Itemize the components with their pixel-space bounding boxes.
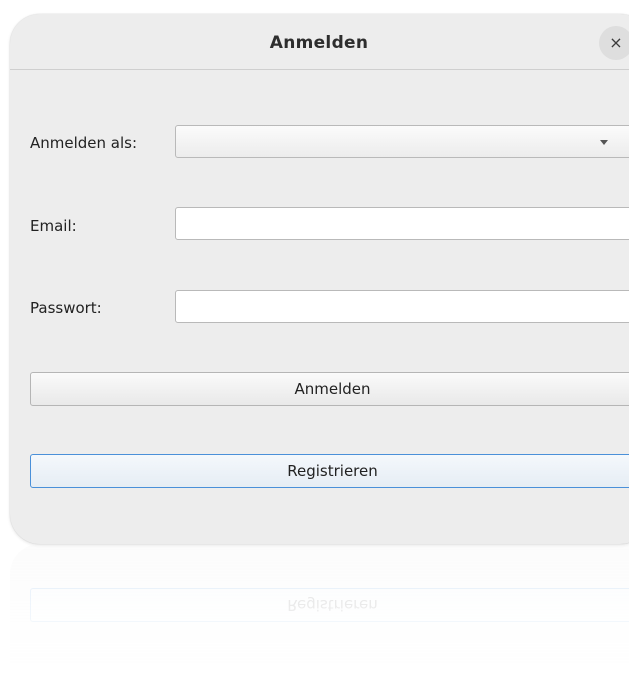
login-as-label: Anmelden als: [30,134,138,152]
password-field[interactable] [175,290,629,323]
chevron-down-icon [600,140,608,145]
email-field[interactable] [175,207,629,240]
titlebar: Anmelden × [10,14,629,70]
register-button[interactable]: Registrieren [30,454,629,488]
close-button[interactable]: × [599,26,629,60]
login-button[interactable]: Anmelden [30,372,629,406]
close-icon: × [609,33,623,52]
reflected-register-button: Registrieren [30,588,629,622]
dialog-title: Anmelden [269,33,369,53]
login-as-dropdown[interactable] [175,125,629,158]
screen: Anmelden × Anmelden als: Email: Passwort… [0,0,629,673]
dialog-reflection: Registrieren [10,544,629,673]
email-label: Email: [30,217,77,235]
reflection-surface: Registrieren [10,544,629,673]
login-dialog: Anmelden × Anmelden als: Email: Passwort… [10,14,629,544]
password-label: Passwort: [30,299,102,317]
